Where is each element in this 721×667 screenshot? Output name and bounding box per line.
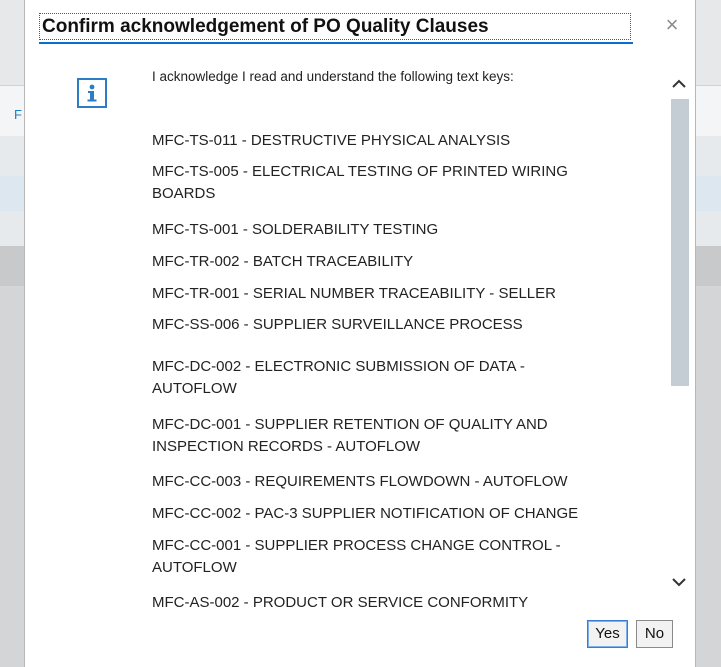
list-item: MFC-TS-011 - DESTRUCTIVE PHYSICAL ANALYS… bbox=[152, 132, 511, 149]
list-item: MFC-DC-002 - ELECTRONIC SUBMISSION OF DA… bbox=[152, 358, 525, 397]
list-item: MFC-CC-002 - PAC-3 SUPPLIER NOTIFICATION… bbox=[152, 505, 579, 522]
background-partial-text: F bbox=[14, 107, 22, 122]
list-item: MFC-DC-001 - SUPPLIER RETENTION OF QUALI… bbox=[152, 416, 548, 455]
list-item: MFC-TS-001 - SOLDERABILITY TESTING bbox=[152, 221, 439, 238]
close-button[interactable]: × bbox=[659, 12, 685, 38]
list-item: MFC-CC-001 - SUPPLIER PROCESS CHANGE CON… bbox=[152, 537, 561, 576]
list-item: MFC-TR-002 - BATCH TRACEABILITY bbox=[152, 253, 414, 270]
dialog-title-focus: Confirm acknowledgement of PO Quality Cl… bbox=[39, 13, 631, 40]
list-item: MFC-SS-006 - SUPPLIER SURVEILLANCE PROCE… bbox=[152, 316, 523, 333]
background-left-strip bbox=[0, 0, 24, 667]
list-item: MFC-TS-005 - ELECTRICAL TESTING OF PRINT… bbox=[152, 163, 568, 202]
no-button[interactable]: No bbox=[636, 620, 673, 648]
scrollbar-thumb[interactable] bbox=[671, 99, 689, 386]
yes-button[interactable]: Yes bbox=[587, 620, 628, 648]
scrollbar-track[interactable] bbox=[671, 99, 689, 569]
info-icon bbox=[77, 78, 107, 108]
list-item: MFC-CC-003 - REQUIREMENTS FLOWDOWN - AUT… bbox=[152, 473, 568, 490]
list-item: MFC-AS-002 - PRODUCT OR SERVICE CONFORMI… bbox=[152, 594, 529, 611]
dialog-title: Confirm acknowledgement of PO Quality Cl… bbox=[42, 16, 489, 37]
intro-text: I acknowledge I read and understand the … bbox=[152, 69, 514, 84]
list-item: MFC-TR-001 - SERIAL NUMBER TRACEABILITY … bbox=[152, 285, 556, 302]
scroll-down-chevron-icon[interactable] bbox=[667, 572, 691, 592]
scroll-up-chevron-icon[interactable] bbox=[667, 74, 691, 94]
acknowledgement-dialog: Confirm acknowledgement of PO Quality Cl… bbox=[24, 0, 696, 667]
background-right-strip bbox=[694, 0, 721, 667]
title-underline bbox=[39, 42, 633, 44]
